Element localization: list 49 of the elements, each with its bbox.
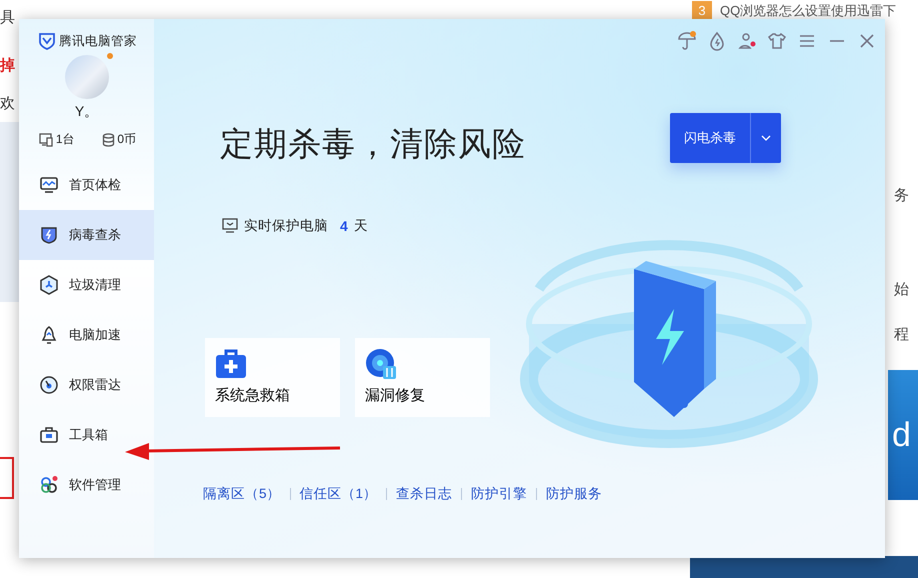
article-link[interactable]: QQ浏览器怎么设置使用迅雷下 (720, 2, 896, 20)
monitor-icon (222, 218, 238, 234)
nav-item[interactable]: 电脑加速 (19, 310, 154, 360)
nav-icon (39, 425, 59, 445)
nav-item[interactable]: 权限雷达 (19, 360, 154, 410)
device-icon (38, 132, 54, 146)
protection-unit: 天 (354, 217, 368, 235)
nav-item[interactable]: 病毒查杀 (19, 210, 154, 260)
umbrella-icon[interactable] (677, 31, 697, 51)
page-text: 具 (0, 8, 15, 27)
nav-icon (39, 325, 59, 345)
stat-text: 0币 (117, 131, 136, 148)
nav-item[interactable]: 首页体检 (19, 160, 154, 210)
shield-logo-icon (39, 32, 55, 50)
nav-icon (39, 275, 59, 295)
page-text: 始 (894, 280, 909, 299)
tool-card[interactable]: 漏洞修复 (355, 338, 490, 417)
footer-link[interactable]: 信任区（1） (300, 485, 378, 503)
footer-link[interactable]: 防护引擎 (471, 485, 528, 503)
rank-badge: 3 (692, 1, 712, 20)
nav-item[interactable]: 软件管理 (19, 460, 154, 510)
footer-link[interactable]: 隔离区（5） (203, 485, 281, 503)
nav-icon (39, 475, 59, 495)
shirt-icon[interactable] (767, 31, 787, 51)
user-name: Y。 (74, 103, 98, 121)
page-text: 务 (894, 186, 909, 205)
protection-days: 4 (340, 218, 348, 234)
caret-icon (761, 135, 771, 141)
nav-item[interactable]: 工具箱 (19, 410, 154, 460)
footer-link[interactable]: 查杀日志 (396, 485, 452, 503)
toolbox-icon (215, 348, 247, 380)
nav-icon (39, 375, 59, 395)
radar-icon (365, 348, 397, 380)
stat-text: 1台 (56, 131, 75, 148)
coin-icon (102, 132, 116, 146)
page-banner: d (888, 370, 918, 500)
app-name: 腾讯电脑管家 (59, 32, 137, 50)
notification-dot (106, 53, 112, 59)
page-text: 程 (894, 325, 909, 344)
nav-item[interactable]: 垃圾清理 (19, 260, 154, 310)
tool-card[interactable]: 系统急救箱 (205, 338, 340, 417)
headline: 定期杀毒，清除风险 (220, 124, 526, 164)
user-icon[interactable] (737, 31, 757, 51)
nav-icon (39, 225, 59, 245)
protection-label: 实时保护电脑 (244, 217, 328, 235)
nav-icon (39, 175, 59, 195)
page-text: 欢 (0, 94, 15, 113)
annotation-frame (0, 457, 14, 499)
footer-link[interactable]: 防护服务 (546, 485, 602, 503)
